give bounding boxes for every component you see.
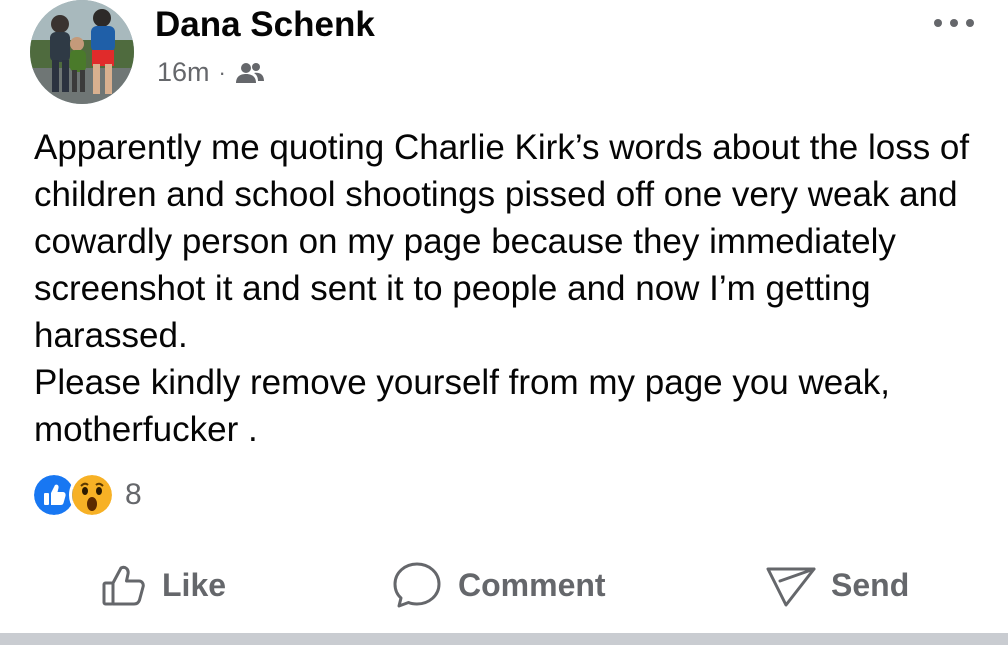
comment-icon [393,562,441,608]
friends-icon[interactable] [235,61,265,85]
post-actions-bar: Like Comment Send [0,555,1008,615]
meta-separator: · [218,59,226,85]
send-label: Send [831,566,910,603]
post-paragraph: Apparently me quoting Charlie Kirk’s wor… [34,128,970,355]
post-body: Apparently me quoting Charlie Kirk’s wor… [34,124,984,453]
like-button[interactable]: Like [100,555,226,615]
avatar-photo [30,0,134,104]
facebook-post: Dana Schenk 16m · Apparently me quoting … [0,0,1008,651]
wow-reaction-icon [69,472,115,518]
post-paragraph: Please kindly remove yourself from my pa… [34,363,890,449]
reaction-count: 8 [125,478,142,511]
comment-label: Comment [458,566,606,603]
author-name[interactable]: Dana Schenk [155,5,375,45]
like-label: Like [162,566,227,603]
reactions-summary[interactable]: 8 [31,472,142,518]
post-divider [0,633,1008,645]
post-timestamp[interactable]: 16m [157,57,210,88]
send-icon [766,567,816,607]
comment-button[interactable]: Comment [390,555,606,615]
more-horizontal-icon [934,19,974,27]
more-options-button[interactable] [930,8,978,38]
thumbs-up-icon [102,565,145,606]
post-meta: 16m · [157,57,265,88]
send-button[interactable]: Send [765,555,909,615]
avatar[interactable] [30,0,134,104]
